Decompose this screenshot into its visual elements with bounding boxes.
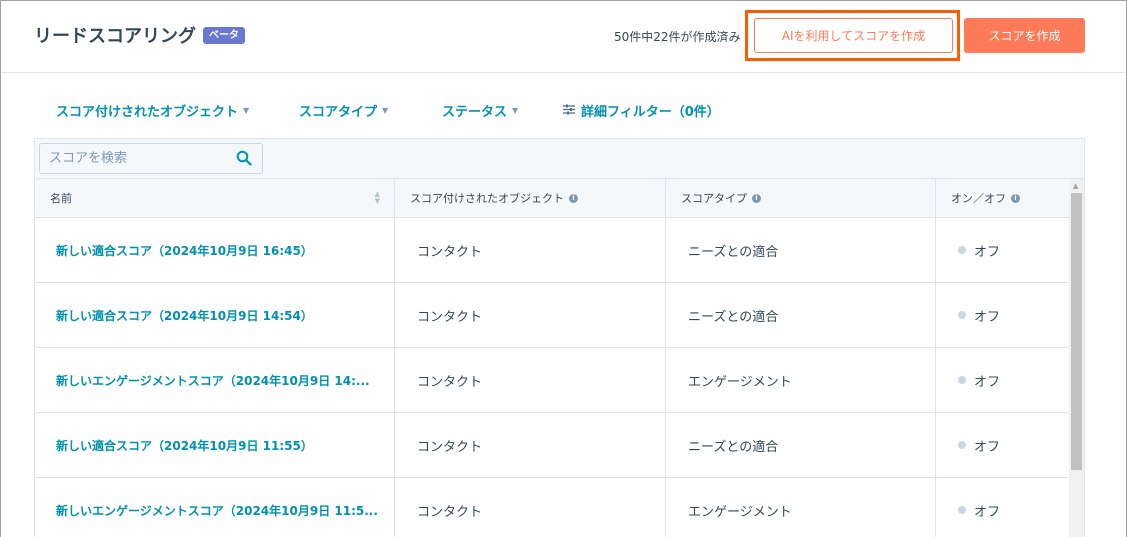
score-type: ニーズとの適合	[666, 218, 936, 282]
beta-badge: ベータ	[203, 27, 245, 44]
create-score-with-ai-button[interactable]: AIを利用してスコアを作成	[754, 18, 953, 53]
scores-table: 名前 ▲▼ スコア付けされたオブジェクト i スコアタイプ i オン／オフ i …	[34, 138, 1085, 537]
score-type: ニーズとの適合	[666, 283, 936, 347]
column-header-status[interactable]: オン／オフ i	[936, 179, 1069, 218]
search-box	[39, 143, 263, 174]
app-frame: リードスコアリング ベータ 50件中22件が作成済み AIを利用してスコアを作成…	[0, 0, 1127, 537]
score-object: コンタクト	[395, 218, 666, 282]
score-name-link[interactable]: 新しい適合スコア（2024年10月9日 16:45）	[35, 218, 395, 282]
filter-status-label: ステータス	[442, 105, 508, 120]
score-name-link[interactable]: 新しいエンゲージメントスコア（2024年10月9日 11:5...	[35, 478, 395, 537]
create-score-button[interactable]: スコアを作成	[964, 18, 1085, 53]
score-object: コンタクト	[395, 413, 666, 477]
table-scrollbar[interactable]: ▲	[1069, 179, 1084, 537]
column-header-type-label: スコアタイプ	[681, 192, 747, 205]
status-dot-icon	[958, 376, 966, 384]
score-object: コンタクト	[395, 283, 666, 347]
score-name-link[interactable]: 新しいエンゲージメントスコア（2024年10月9日 14:...	[35, 348, 395, 412]
score-status: オフ	[936, 413, 1069, 477]
status-dot-icon	[958, 311, 966, 319]
sort-icon[interactable]: ▲ ▼	[375, 191, 380, 205]
filter-scored-object-label: スコア付けされたオブジェクト	[56, 105, 239, 120]
info-icon[interactable]: i	[1011, 193, 1020, 203]
score-status-label: オフ	[974, 374, 1001, 390]
advanced-filters[interactable]: 詳細フィルター（0件）	[563, 101, 720, 120]
score-type: エンゲージメント	[666, 348, 936, 412]
column-header-object-label: スコア付けされたオブジェクト	[410, 192, 564, 205]
table-toolbar	[35, 139, 1084, 179]
score-status: オフ	[936, 348, 1069, 412]
score-status-label: オフ	[974, 309, 1001, 325]
score-object: コンタクト	[395, 478, 666, 537]
column-header-status-label: オン／オフ	[951, 192, 1006, 205]
status-dot-icon	[958, 506, 966, 514]
table-row: 新しい適合スコア（2024年10月9日 14:54） コンタクト ニーズとの適合…	[35, 283, 1069, 348]
info-icon[interactable]: i	[752, 193, 761, 203]
filter-scored-object[interactable]: スコア付けされたオブジェクト ▼	[56, 101, 249, 120]
column-header-name[interactable]: 名前 ▲ ▼	[35, 179, 395, 218]
column-header-object[interactable]: スコア付けされたオブジェクト i	[395, 179, 666, 218]
filter-status[interactable]: ステータス ▼	[442, 101, 518, 120]
status-dot-icon	[958, 441, 966, 449]
column-header-name-label: 名前	[50, 192, 72, 205]
caret-down-icon: ▼	[243, 106, 250, 115]
created-count-text: 50件中22件が作成済み	[614, 30, 741, 44]
page-header: リードスコアリング ベータ 50件中22件が作成済み AIを利用してスコアを作成…	[1, 1, 1126, 73]
caret-down-icon: ▼	[382, 106, 389, 115]
table-row: 新しい適合スコア（2024年10月9日 16:45） コンタクト ニーズとの適合…	[35, 218, 1069, 283]
table-row: 新しい適合スコア（2024年10月9日 11:55） コンタクト ニーズとの適合…	[35, 413, 1069, 478]
filter-score-type[interactable]: スコアタイプ ▼	[299, 101, 388, 120]
advanced-filters-label: 詳細フィルター（0件）	[581, 105, 720, 120]
caret-down-icon: ▼	[512, 106, 519, 115]
sliders-icon	[563, 104, 575, 118]
score-type: エンゲージメント	[666, 478, 936, 537]
scrollbar-thumb[interactable]	[1071, 193, 1082, 470]
status-dot-icon	[958, 246, 966, 254]
column-header-type[interactable]: スコアタイプ i	[666, 179, 936, 218]
scroll-up-arrow-icon[interactable]: ▲	[1073, 182, 1078, 190]
score-name-link[interactable]: 新しい適合スコア（2024年10月9日 11:55）	[35, 413, 395, 477]
search-icon[interactable]	[236, 150, 252, 166]
filter-score-type-label: スコアタイプ	[299, 105, 378, 120]
search-input[interactable]	[40, 144, 230, 173]
score-status-label: オフ	[974, 439, 1001, 455]
table-row: 新しいエンゲージメントスコア（2024年10月9日 11:5... コンタクト …	[35, 478, 1069, 537]
score-object: コンタクト	[395, 348, 666, 412]
table-row: 新しいエンゲージメントスコア（2024年10月9日 14:... コンタクト エ…	[35, 348, 1069, 413]
score-name-link[interactable]: 新しい適合スコア（2024年10月9日 14:54）	[35, 283, 395, 347]
score-status: オフ	[936, 478, 1069, 537]
info-icon[interactable]: i	[569, 193, 578, 203]
score-status: オフ	[936, 283, 1069, 347]
score-status-label: オフ	[974, 504, 1001, 520]
score-status-label: オフ	[974, 244, 1001, 260]
score-status: オフ	[936, 218, 1069, 282]
score-type: ニーズとの適合	[666, 413, 936, 477]
page-title: リードスコアリング	[34, 26, 196, 47]
